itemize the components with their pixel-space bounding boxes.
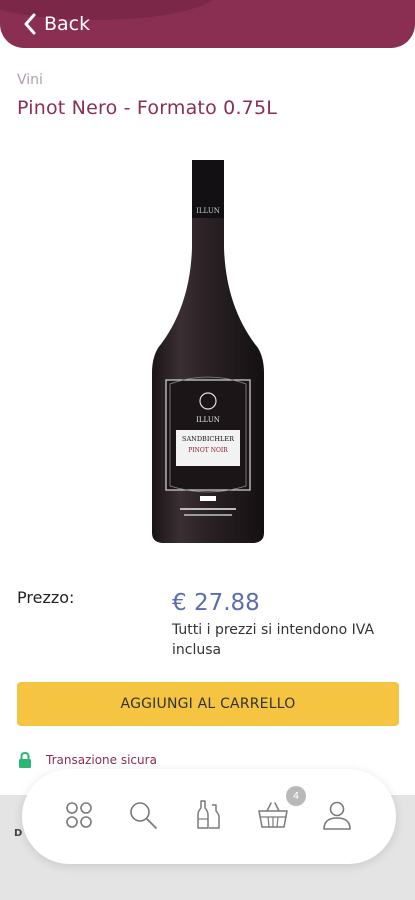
chevron-left-icon [24,13,36,35]
secure-transaction: Transazione sicura [18,751,157,769]
bottle-label-brand: ILLUN [196,416,220,424]
nav-account[interactable] [319,797,355,833]
search-icon [130,802,157,829]
bottle-label-variety: PINOT NOIR [188,447,228,454]
price-vat-note: Tutti i prezzi si intendono IVA inclusa [172,622,375,658]
price-label: Prezzo: [17,588,75,607]
grid-icon [66,802,92,828]
header-bar: Back [0,0,415,48]
secure-transaction-label: Transazione sicura [46,753,157,767]
footer-band-text: D [14,828,23,839]
add-to-cart-button[interactable]: AGGIUNGI AL CARRELLO [17,682,399,726]
price-value: € 27.88 [172,590,260,616]
bottle-label-name: SANDBICHLER [182,435,235,443]
product-image: ILLUN ILLUN SANDBICHLER PINOT NOIR [140,158,275,548]
product-title: Pinot Nero - Formato 0.75L [17,97,278,119]
back-label: Back [44,13,91,35]
nav-cart[interactable] [255,797,291,833]
lock-icon [19,751,31,768]
nav-search[interactable] [125,797,161,833]
bottom-navigation: 4 [22,769,396,864]
nav-categories[interactable] [61,797,97,833]
basket-icon [258,802,288,828]
nav-wines[interactable] [190,797,226,833]
user-icon [323,801,351,830]
product-category: Vini [17,72,43,88]
back-button[interactable]: Back [22,10,90,38]
bottles-icon [197,800,220,829]
cart-count-badge: 4 [286,786,306,806]
bottle-neck-brand: ILLUN [196,207,220,215]
